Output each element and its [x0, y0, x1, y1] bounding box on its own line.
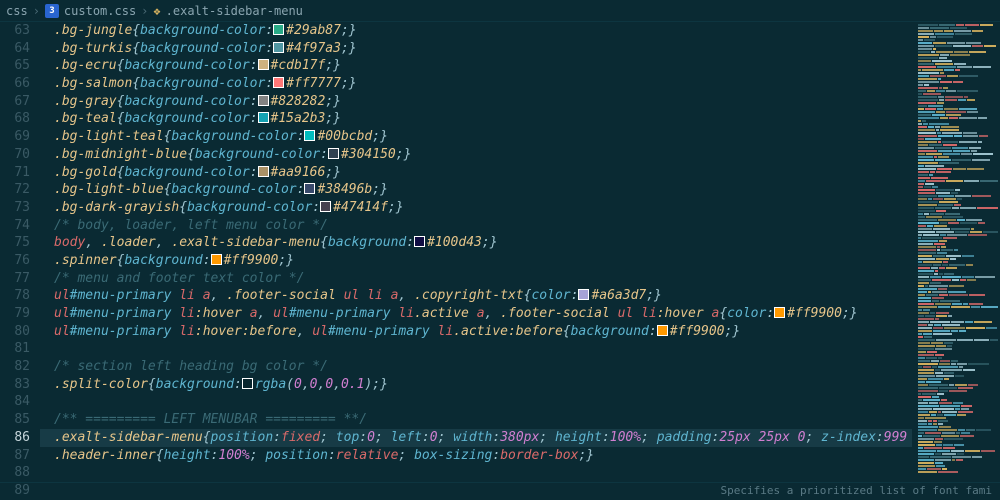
code-line[interactable]: .bg-midnight-blue{background-color:#3041… [40, 146, 912, 164]
color-swatch [774, 307, 785, 318]
line-number[interactable]: 89 [0, 482, 30, 500]
code-line[interactable]: .bg-salmon{background-color:#ff7777;} [40, 75, 912, 93]
line-number[interactable]: 76 [0, 252, 30, 270]
color-swatch [273, 24, 284, 35]
color-swatch [211, 254, 222, 265]
line-number[interactable]: 72 [0, 181, 30, 199]
chevron-right-icon: › [141, 4, 148, 18]
css-file-icon: 3 [45, 4, 59, 18]
line-number[interactable]: 87 [0, 447, 30, 465]
color-swatch [273, 42, 284, 53]
color-swatch [304, 183, 315, 194]
color-swatch [578, 289, 589, 300]
line-number[interactable]: 86 [0, 429, 30, 447]
line-number[interactable]: 64 [0, 40, 30, 58]
line-number[interactable]: 77 [0, 270, 30, 288]
code-line[interactable]: /* section left heading bg color */ [40, 358, 912, 376]
code-line[interactable]: .spinner{background:#ff9900;} [40, 252, 912, 270]
color-swatch [242, 378, 253, 389]
line-number[interactable]: 78 [0, 287, 30, 305]
code-line[interactable]: .header-inner{height:100%; position:rela… [40, 447, 912, 465]
status-text: Specifies a prioritized list of font fam… [720, 484, 992, 497]
line-number[interactable]: 68 [0, 110, 30, 128]
minimap[interactable] [912, 22, 1000, 482]
line-number[interactable]: 75 [0, 234, 30, 252]
symbol-name[interactable]: .exalt-sidebar-menu [166, 4, 303, 18]
breadcrumb[interactable]: css › 3 custom.css › ❖ .exalt-sidebar-me… [0, 0, 1000, 22]
statusbar: Specifies a prioritized list of font fam… [0, 482, 1000, 500]
line-number[interactable]: 73 [0, 199, 30, 217]
line-number[interactable]: 70 [0, 146, 30, 164]
color-swatch [328, 148, 339, 159]
code-line[interactable]: .bg-gray{background-color:#828282;} [40, 93, 912, 111]
code-line[interactable]: .bg-light-teal{background-color:#00bcbd;… [40, 128, 912, 146]
line-number[interactable]: 63 [0, 22, 30, 40]
color-swatch [258, 166, 269, 177]
color-swatch [258, 95, 269, 106]
color-swatch [258, 59, 269, 70]
file-name[interactable]: custom.css [64, 4, 136, 18]
code-line[interactable] [40, 393, 912, 411]
line-number[interactable]: 79 [0, 305, 30, 323]
symbol-icon: ❖ [153, 4, 160, 18]
line-number[interactable]: 71 [0, 164, 30, 182]
line-number[interactable]: 88 [0, 464, 30, 482]
line-number[interactable]: 85 [0, 411, 30, 429]
code-line[interactable]: /* body, loader, left menu color */ [40, 217, 912, 235]
code-line[interactable]: .bg-ecru{background-color:#cdb17f;} [40, 57, 912, 75]
code-line[interactable] [40, 464, 912, 482]
color-swatch [258, 112, 269, 123]
code-line[interactable]: body, .loader, .exalt-sidebar-menu{backg… [40, 234, 912, 252]
code-line[interactable]: .bg-turkis{background-color:#4f97a3;} [40, 40, 912, 58]
color-swatch [414, 236, 425, 247]
line-number[interactable]: 82 [0, 358, 30, 376]
code-line[interactable]: .bg-gold{background-color:#aa9166;} [40, 164, 912, 182]
color-swatch [657, 325, 668, 336]
color-swatch [320, 201, 331, 212]
line-number[interactable]: 83 [0, 376, 30, 394]
code-line[interactable]: .exalt-sidebar-menu{position:fixed; top:… [40, 429, 912, 447]
code-line[interactable]: .bg-jungle{background-color:#29ab87;} [40, 22, 912, 40]
line-number[interactable]: 67 [0, 93, 30, 111]
code-line[interactable]: /* menu and footer text color */ [40, 270, 912, 288]
line-number[interactable]: 65 [0, 57, 30, 75]
code-line[interactable]: ul#menu-primary li a, .footer-social ul … [40, 287, 912, 305]
line-number[interactable]: 69 [0, 128, 30, 146]
editor: 6364656667686970717273747576777879808182… [0, 22, 1000, 482]
code-line[interactable]: /** ========= LEFT MENUBAR ========= **/ [40, 411, 912, 429]
code-line[interactable]: .bg-dark-grayish{background-color:#47414… [40, 199, 912, 217]
line-number[interactable]: 80 [0, 323, 30, 341]
line-gutter[interactable]: 6364656667686970717273747576777879808182… [0, 22, 40, 482]
code-area[interactable]: .bg-jungle{background-color:#29ab87;}.bg… [40, 22, 912, 482]
chevron-right-icon: › [33, 4, 40, 18]
code-line[interactable]: .bg-light-blue{background-color:#38496b;… [40, 181, 912, 199]
line-number[interactable]: 84 [0, 393, 30, 411]
line-number[interactable]: 74 [0, 217, 30, 235]
code-line[interactable]: .split-color{background:rgba(0,0,0,0.1);… [40, 376, 912, 394]
line-number[interactable]: 66 [0, 75, 30, 93]
folder-name[interactable]: css [6, 4, 28, 18]
color-swatch [304, 130, 315, 141]
color-swatch [273, 77, 284, 88]
code-line[interactable]: ul#menu-primary li:hover:before, ul#menu… [40, 323, 912, 341]
code-line[interactable]: ul#menu-primary li:hover a, ul#menu-prim… [40, 305, 912, 323]
line-number[interactable]: 81 [0, 340, 30, 358]
code-line[interactable]: .bg-teal{background-color:#15a2b3;} [40, 110, 912, 128]
code-line[interactable] [40, 340, 912, 358]
